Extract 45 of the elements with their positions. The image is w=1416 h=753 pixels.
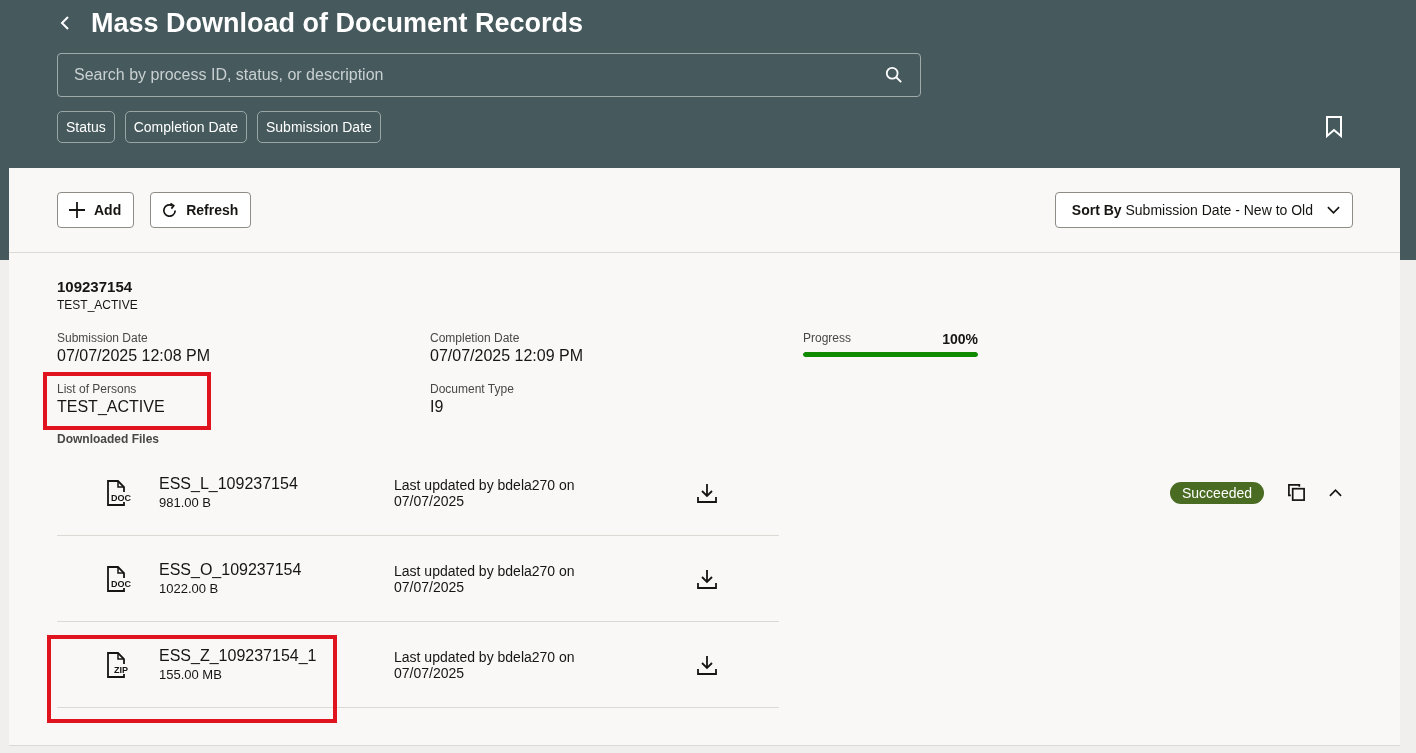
status-badge: Succeeded xyxy=(1170,481,1265,504)
updated-text: Last updated by bdela270 on xyxy=(394,476,576,493)
refresh-button[interactable]: Refresh xyxy=(150,192,252,228)
field-value: 07/07/2025 12:09 PM xyxy=(430,347,584,365)
search-field[interactable]: Search by process ID, status, or description xyxy=(57,53,921,97)
field-value: 07/07/2025 12:08 PM xyxy=(57,347,211,365)
filter-chip[interactable]: Submission Date xyxy=(257,111,381,143)
chevron-up-icon[interactable] xyxy=(1329,488,1343,497)
field-label: Completion Date xyxy=(430,331,521,345)
progress-reading: 100% xyxy=(942,331,978,347)
file-name: ESS_O_109237154 xyxy=(159,561,302,579)
download-icon[interactable] xyxy=(696,653,718,676)
file-size: 1022.00 B xyxy=(159,581,220,596)
download-icon[interactable] xyxy=(696,481,718,504)
updated-text: Last updated by bdela270 on xyxy=(394,648,576,665)
search-icon[interactable] xyxy=(885,66,903,84)
field-label: Submission Date xyxy=(57,331,149,345)
field-value: TEST_ACTIVE xyxy=(57,398,166,416)
file-name: ESS_Z_109237154_1 xyxy=(159,647,317,665)
updated-date: 07/07/2025 xyxy=(394,664,465,681)
page-title: Mass Download of Document Records xyxy=(91,9,584,37)
file-size: 155.00 MB xyxy=(159,667,223,682)
chevron-down-icon xyxy=(1327,206,1340,214)
copy-icon[interactable] xyxy=(1287,483,1307,502)
plus-icon xyxy=(68,201,86,219)
section-label: Downloaded Files xyxy=(57,432,160,446)
bookmark-icon[interactable] xyxy=(1325,116,1343,138)
process-description: TEST_ACTIVE xyxy=(57,298,139,312)
sort-dropdown[interactable]: Sort By Submission Date - New to Old xyxy=(1054,192,1353,228)
updated-date: 07/07/2025 xyxy=(394,492,465,509)
filter-chip[interactable]: Status xyxy=(57,111,115,143)
filter-chip[interactable]: Completion Date xyxy=(124,111,247,143)
field-value: I9 xyxy=(430,398,445,416)
file-size: 981.00 B xyxy=(159,495,213,510)
refresh-icon xyxy=(161,201,179,219)
field-label: Document Type xyxy=(430,382,515,396)
add-button[interactable]: Add xyxy=(57,192,135,228)
updated-date: 07/07/2025 xyxy=(394,578,465,595)
process-id: 109237154 xyxy=(57,278,134,295)
back-icon[interactable] xyxy=(60,15,70,31)
updated-text: Last updated by bdela270 on xyxy=(394,562,576,579)
field-label: List of Persons xyxy=(57,382,138,396)
file-name: ESS_L_109237154 xyxy=(159,475,298,493)
progress-label: Progress xyxy=(803,331,852,347)
download-icon[interactable] xyxy=(696,567,718,590)
